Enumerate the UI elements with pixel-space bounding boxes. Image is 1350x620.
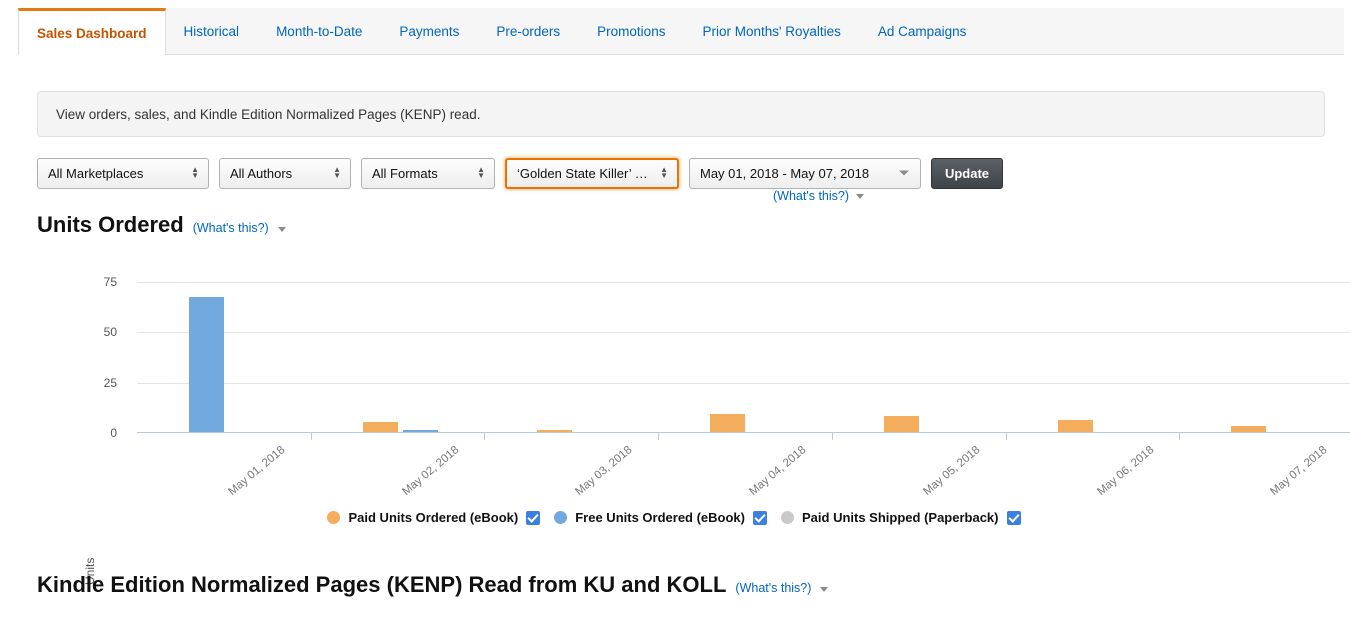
tab-label: Prior Months' Royalties	[702, 23, 841, 39]
date-range-value: May 01, 2018 - May 07, 2018	[700, 165, 870, 181]
date-whats-this-link[interactable]: (What's this?)	[773, 189, 865, 203]
x-axis-divider	[1179, 433, 1181, 440]
x-axis-tick-label: May 04, 2018	[747, 444, 809, 498]
chevron-down-icon	[899, 170, 909, 176]
legend-checkbox[interactable]	[1006, 510, 1021, 525]
legend-color-dot	[327, 511, 341, 524]
chart-day-group: May 06, 2018	[1005, 282, 1180, 498]
x-axis-divider	[310, 433, 312, 440]
updown-arrows-icon: ▲ ▼	[660, 165, 668, 180]
y-axis-ticks: 0 25 50 75	[65, 255, 117, 440]
units-whats-this-link[interactable]: (What's this?)	[193, 221, 269, 235]
marketplace-select-value: All Marketplaces	[48, 165, 144, 181]
x-axis-divider	[484, 433, 486, 440]
book-select[interactable]: ‘Golden State Killer’ … ▲ ▼	[505, 157, 679, 189]
legend-checkbox[interactable]	[526, 510, 541, 525]
tab-label: Payments	[399, 23, 460, 39]
x-axis-tick-label: May 07, 2018	[1268, 444, 1330, 498]
legend-item[interactable]: Paid Units Shipped (Paperback)	[781, 510, 1021, 525]
x-axis-divider	[831, 433, 833, 440]
author-select[interactable]: All Authors ▲ ▼	[219, 157, 351, 189]
chart-bar	[189, 297, 225, 432]
page-root: Sales Dashboard Historical Month-to-Date Pa…	[0, 0, 1350, 620]
units-ordered-chart: Units 0 25 50 75 May 01, 2018 May 02, 2018 Ma…	[37, 255, 1350, 585]
x-axis-tick-label: May 03, 2018	[573, 444, 635, 498]
tab-label: Promotions	[597, 23, 666, 39]
update-button-label: Update	[944, 165, 990, 181]
tab-label: Month-to-Date	[276, 23, 363, 39]
filter-toolbar: All Marketplaces ▲ ▼ All Authors ▲ ▼ All F…	[37, 157, 1003, 189]
chevron-down-icon[interactable]	[277, 227, 286, 232]
tab-payments[interactable]: Payments	[381, 8, 478, 54]
chevron-down-icon[interactable]	[820, 587, 829, 592]
chart-day-group: May 04, 2018	[658, 282, 832, 498]
tab-label: Historical	[183, 23, 240, 39]
tab-month-to-date[interactable]: Month-to-Date	[258, 8, 381, 54]
chart-day-group: May 02, 2018	[310, 282, 485, 498]
units-ordered-heading: Units Ordered (What's this?)	[37, 212, 286, 238]
y-axis-tick: 25	[103, 375, 117, 390]
chart-plot-area: May 01, 2018 May 02, 2018 May 03, 2018 May …	[137, 282, 1350, 498]
date-whats-this-label: (What's this?)	[773, 189, 850, 203]
tab-label: Ad Campaigns	[877, 23, 967, 39]
chart-bar	[362, 421, 398, 432]
legend-checkbox[interactable]	[753, 510, 767, 525]
chart-day-group: May 03, 2018	[484, 282, 658, 498]
author-select-value: All Authors	[230, 165, 293, 181]
chart-bar	[536, 430, 572, 432]
tab-label: Sales Dashboard	[37, 25, 147, 41]
chart-bar	[402, 430, 438, 432]
book-select-value: ‘Golden State Killer’ …	[517, 165, 648, 181]
tab-promotions[interactable]: Promotions	[579, 8, 684, 54]
chart-legend: Paid Units Ordered (eBook) Free Units Ord…	[37, 510, 1325, 525]
tab-pre-orders[interactable]: Pre-orders	[478, 8, 579, 54]
kenp-title: Kindle Edition Normalized Pages (KENP) R…	[37, 572, 727, 597]
chart-day-group: May 05, 2018	[831, 282, 1006, 498]
chart-bar	[1231, 425, 1267, 432]
kenp-whats-this-link[interactable]: (What's this?)	[735, 581, 811, 595]
tab-ad-campaigns[interactable]: Ad Campaigns	[860, 8, 986, 54]
marketplace-select[interactable]: All Marketplaces ▲ ▼	[37, 157, 209, 189]
tab-historical[interactable]: Historical	[166, 8, 259, 54]
legend-item[interactable]: Free Units Ordered (eBook)	[554, 510, 767, 525]
chevron-down-icon	[856, 193, 865, 199]
x-axis-tick-label: May 05, 2018	[921, 444, 983, 498]
tab-prior-months-royalties[interactable]: Prior Months' Royalties	[684, 8, 859, 54]
chart-bar	[710, 413, 746, 432]
chart-bar	[1057, 419, 1093, 432]
legend-label: Paid Units Shipped (Paperback)	[802, 510, 999, 525]
updown-arrows-icon: ▲ ▼	[477, 165, 485, 180]
info-banner-text: View orders, sales, and Kindle Edition N…	[56, 106, 481, 122]
legend-label: Paid Units Ordered (eBook)	[348, 510, 519, 525]
y-axis-tick: 75	[103, 275, 117, 289]
kenp-heading: Kindle Edition Normalized Pages (KENP) R…	[37, 572, 829, 598]
updown-arrows-icon: ▲ ▼	[333, 165, 341, 180]
x-axis-tick-label: May 06, 2018	[1094, 444, 1156, 498]
page-title: Units Ordered	[37, 212, 184, 237]
y-axis-tick: 0	[110, 426, 117, 440]
legend-color-dot	[554, 511, 568, 524]
tab-label: Pre-orders	[496, 23, 561, 39]
y-axis-tick: 50	[103, 325, 117, 340]
format-select[interactable]: All Formats ▲ ▼	[361, 157, 495, 189]
chart-bar	[883, 415, 919, 432]
x-axis-tick-label: May 02, 2018	[399, 444, 462, 498]
info-banner: View orders, sales, and Kindle Edition N…	[37, 91, 1325, 137]
update-button[interactable]: Update	[931, 157, 1003, 189]
x-axis-divider	[1005, 433, 1007, 440]
main-tab-bar: Sales Dashboard Historical Month-to-Date Pa…	[18, 8, 1344, 55]
legend-color-dot	[781, 511, 794, 524]
chart-day-group: May 01, 2018	[137, 282, 311, 498]
format-select-value: All Formats	[372, 165, 438, 181]
legend-label: Free Units Ordered (eBook)	[575, 510, 745, 525]
tab-sales-dashboard[interactable]: Sales Dashboard	[18, 8, 166, 55]
x-axis-divider	[658, 433, 660, 440]
x-axis-tick-label: May 01, 2018	[226, 444, 288, 498]
updown-arrows-icon: ▲ ▼	[191, 165, 199, 180]
legend-item[interactable]: Paid Units Ordered (eBook)	[327, 510, 541, 525]
chart-day-group: May 07, 2018	[1179, 282, 1350, 498]
date-range-select[interactable]: May 01, 2018 - May 07, 2018	[689, 157, 921, 189]
